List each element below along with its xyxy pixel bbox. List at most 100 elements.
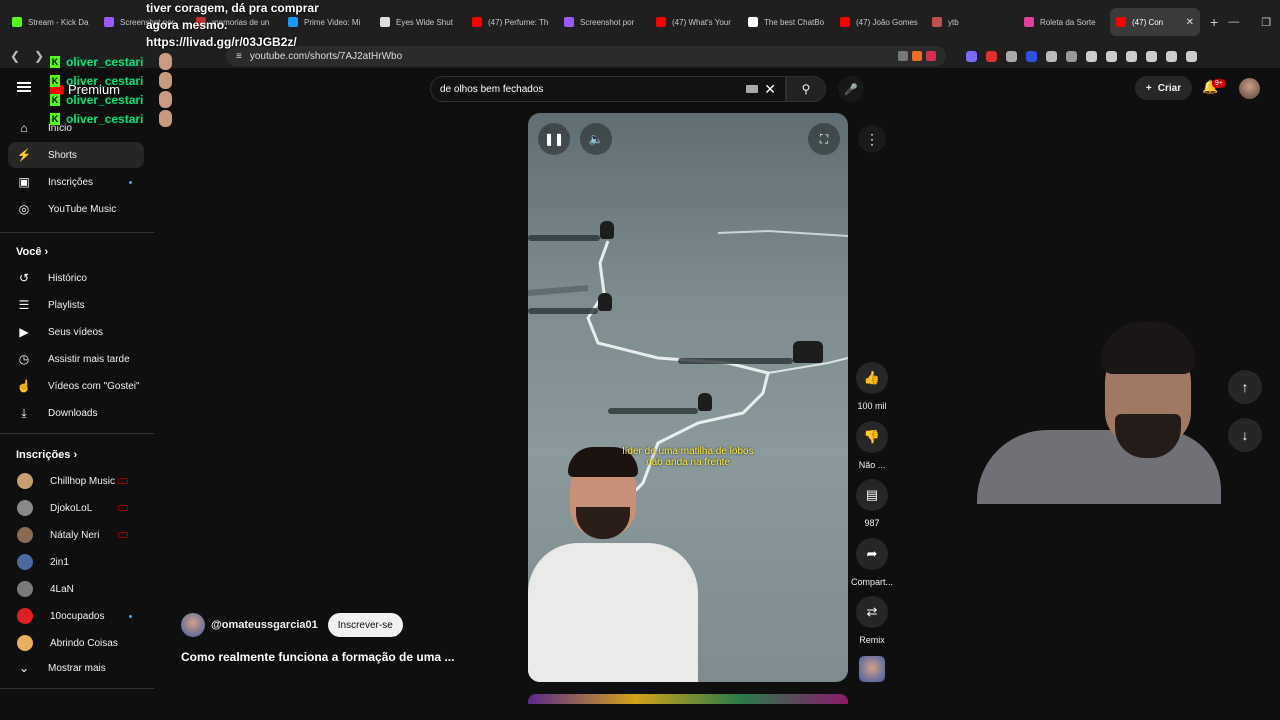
keyboard-icon[interactable] [746, 85, 759, 93]
extension-icon[interactable] [1006, 50, 1017, 62]
new-tab-button[interactable]: + [1202, 14, 1226, 30]
vpn-icon[interactable] [1166, 50, 1177, 62]
you-section-title[interactable]: Você › [16, 246, 48, 258]
channel-avatar [17, 554, 33, 570]
browser-tab[interactable]: ytb [926, 8, 1016, 36]
extension-icon[interactable] [966, 50, 977, 62]
browser-tab[interactable]: The best ChatBo [742, 8, 832, 36]
browser-tab[interactable]: (47) João Gomes [834, 8, 924, 36]
sidebar-item[interactable]: ☰ Playlists [8, 292, 144, 318]
tab-favicon-icon [748, 17, 758, 27]
tab-favicon-icon [380, 17, 390, 27]
browser-tab[interactable]: Eyes Wide Shut [374, 8, 464, 36]
channel-avatar[interactable] [181, 613, 205, 637]
sidebar-item[interactable]: ☝ Vídeos com "Gostei" [8, 373, 144, 399]
wolf-shadow [528, 235, 600, 241]
browser-tab[interactable]: Stream - Kick Da [6, 8, 96, 36]
url-actions [898, 51, 936, 61]
subscription-item[interactable]: Nátaly Neri [8, 522, 144, 548]
search-button[interactable]: ⚲ [786, 76, 826, 102]
like-button[interactable]: 👍 100 mil [852, 362, 892, 411]
search-input[interactable]: de olhos bem fechados ✕ [430, 76, 786, 102]
clear-search-icon[interactable]: ✕ [764, 81, 776, 98]
share-button[interactable]: ➦ Compart... [851, 537, 893, 587]
subscription-item[interactable]: DjokoLoL [8, 495, 144, 521]
panel-icon[interactable] [1106, 50, 1117, 62]
tab-favicon-icon [564, 17, 574, 27]
sidebar-icon[interactable] [1066, 50, 1077, 62]
browser-tab[interactable]: (47) Con ✕ [1110, 8, 1200, 36]
youtube-sidebar: Premium ⌂ Início ⚡ Shorts ▣ Inscrições ◎ YouTub… [0, 72, 154, 720]
action-label: 100 mil [857, 401, 887, 411]
subscription-label: Abrindo Coisas [50, 637, 118, 649]
menu-icon[interactable] [17, 82, 31, 92]
short-video-player[interactable]: líder de uma matilha de lobos não anda n… [528, 113, 848, 682]
tab-favicon-icon [472, 17, 482, 27]
voice-search-button[interactable]: 🎤 [838, 76, 864, 102]
maximize-icon[interactable]: ❐ [1261, 16, 1271, 29]
subscription-item[interactable]: Chillhop Music [8, 468, 144, 494]
show-more-button[interactable]: ⌄ Mostrar mais [8, 655, 144, 681]
user-avatar[interactable] [1239, 78, 1260, 99]
leo-icon[interactable] [1146, 50, 1157, 62]
subscription-item[interactable]: Abrindo Coisas [8, 630, 144, 656]
sidebar-item[interactable]: ⚡ Shorts [8, 142, 144, 168]
next-short-preview[interactable] [528, 694, 848, 704]
sidebar-item[interactable]: ↺ Histórico [8, 265, 144, 291]
download-icon: ⤓ [21, 405, 27, 420]
sidebar-item[interactable]: ⤓ Downloads [8, 400, 144, 426]
site-info-icon[interactable]: ≡ [236, 51, 242, 62]
subscription-item[interactable]: 4LaN [8, 576, 144, 602]
extension-icon[interactable] [986, 50, 997, 62]
browser-tab[interactable]: (47) What's Your [650, 8, 740, 36]
next-short-button[interactable]: ↓ [1228, 418, 1262, 452]
sidebar-item[interactable]: ▣ Inscrições [8, 169, 144, 195]
tab-favicon-icon [656, 17, 666, 27]
menu-icon[interactable] [1186, 50, 1197, 62]
sidebar-item[interactable]: ▶ Seus vídeos [8, 319, 144, 345]
remix-button[interactable]: ⇄ Remix [852, 596, 892, 645]
previous-short-button[interactable]: ↑ [1228, 370, 1262, 404]
minimize-icon[interactable]: — [1228, 16, 1239, 29]
subscription-item[interactable]: 2in1 [8, 549, 144, 575]
comment-button[interactable]: ▤ 987 [852, 479, 892, 528]
music-icon[interactable] [1086, 50, 1097, 62]
pause-button[interactable]: ❚❚ [538, 123, 570, 155]
tab-label: (47) What's Your [672, 17, 731, 27]
brave-shield-icon[interactable] [912, 51, 922, 61]
arrow-down-icon: ↓ [1241, 427, 1249, 443]
create-button[interactable]: + Criar [1135, 76, 1192, 100]
browser-tab[interactable]: Roleta da Sorte [1018, 8, 1108, 36]
volume-icon: 🔈 [588, 132, 604, 146]
dislike-icon: 👎 [856, 420, 888, 453]
subscriptions-section-title[interactable]: Inscrições › [16, 449, 77, 461]
subscriptions-icon: ▣ [18, 175, 30, 189]
audio-source-avatar[interactable] [859, 656, 885, 682]
close-tab-icon[interactable]: ✕ [1186, 17, 1194, 28]
back-icon[interactable]: ❮ [8, 49, 22, 63]
sidebar-item[interactable]: ◷ Assistir mais tarde [8, 346, 144, 372]
channel-row: @omateussgarcia01 Inscrever-se [181, 613, 403, 637]
volume-button[interactable]: 🔈 [580, 123, 612, 155]
video-title[interactable]: Como realmente funciona a formação de um… [181, 650, 454, 664]
more-options-button[interactable]: ⋮ [858, 125, 886, 153]
chat-avatar [159, 91, 173, 108]
brave-rewards-icon[interactable] [926, 51, 936, 61]
browser-tab[interactable]: (47) Perfume: Th [466, 8, 556, 36]
install-icon[interactable] [898, 51, 908, 61]
wallet-icon[interactable] [1126, 50, 1137, 62]
extension-icon[interactable] [1026, 50, 1037, 62]
dislike-button[interactable]: 👎 Não ... [852, 420, 892, 470]
tab-label: (47) João Gomes [856, 17, 918, 27]
fullscreen-button[interactable]: ⛶ [808, 123, 840, 155]
tab-label: (47) Perfume: Th [488, 17, 549, 27]
channel-name[interactable]: @omateussgarcia01 [211, 619, 318, 631]
subscribe-button[interactable]: Inscrever-se [327, 613, 403, 637]
forward-icon[interactable]: ❯ [32, 49, 46, 63]
new-content-dot [129, 614, 132, 618]
subscription-label: 4LaN [50, 583, 74, 595]
browser-tab[interactable]: Screenshot por [558, 8, 648, 36]
subscription-item[interactable]: 10ocupados [8, 603, 144, 629]
sidebar-item[interactable]: ◎ YouTube Music [8, 196, 144, 222]
puzzle-icon[interactable] [1046, 50, 1057, 62]
